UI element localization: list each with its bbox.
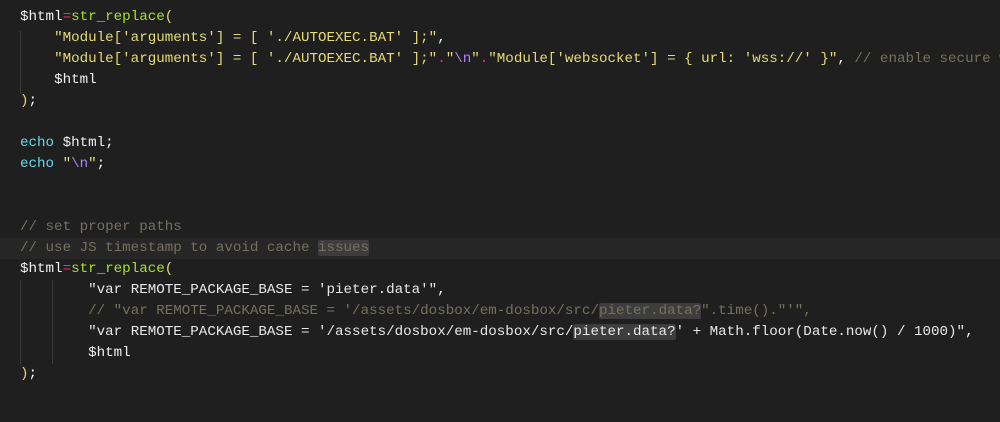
keyword-token: echo bbox=[20, 135, 55, 151]
search-match-highlight: issues bbox=[318, 240, 370, 256]
string-token: "Module['websocket'] = { url: 'wss://' }… bbox=[488, 51, 838, 67]
code-line-1[interactable]: $html=str_replace( bbox=[20, 7, 173, 28]
code-line-11[interactable]: // set proper paths bbox=[20, 217, 182, 238]
code-line-14[interactable]: "var REMOTE_PACKAGE_BASE = 'pieter.data'… bbox=[20, 280, 446, 301]
punct-token: ; bbox=[28, 93, 38, 109]
variable-token: $html bbox=[20, 261, 63, 277]
string-token: "var REMOTE_PACKAGE_BASE = '/assets/dosb… bbox=[88, 324, 574, 340]
search-match-highlight: pieter.data? bbox=[573, 324, 676, 340]
function-token: str_replace bbox=[71, 9, 165, 25]
comment-token: // enable secure w bbox=[854, 51, 1000, 67]
code-line-8[interactable]: echo "\n"; bbox=[20, 154, 105, 175]
search-match-highlight: pieter.data? bbox=[598, 303, 702, 319]
paren-token: ( bbox=[164, 261, 174, 277]
punct-token: , bbox=[437, 30, 446, 46]
code-line-5[interactable]: ); bbox=[20, 91, 37, 112]
code-line-18[interactable]: ); bbox=[20, 364, 37, 385]
punct-token: ; bbox=[105, 135, 114, 151]
string-token: "Module['arguments'] = [ './AUTOEXEC.BAT… bbox=[54, 51, 438, 67]
comment-token: // use JS timestamp to avoid cache bbox=[20, 240, 318, 256]
punct-token: , bbox=[437, 282, 446, 298]
comment-token: // "var REMOTE_PACKAGE_BASE = '/assets/d… bbox=[88, 303, 599, 319]
code-line-7[interactable]: echo $html; bbox=[20, 133, 114, 154]
code-line-3[interactable]: "Module['arguments'] = [ './AUTOEXEC.BAT… bbox=[20, 49, 1000, 70]
string-token: " bbox=[445, 51, 455, 67]
concat-operator-token: . bbox=[437, 51, 446, 67]
function-token: str_replace bbox=[71, 261, 165, 277]
comment-token: ".time()."'", bbox=[701, 303, 812, 319]
string-token: ' + Math.floor(Date.now() / 1000)" bbox=[675, 324, 966, 340]
paren-token: ) bbox=[20, 93, 29, 109]
paren-token: ( bbox=[164, 9, 174, 25]
variable-token: $html bbox=[20, 9, 63, 25]
punct-token: ; bbox=[28, 366, 38, 382]
string-token: "Module['arguments'] = [ './AUTOEXEC.BAT… bbox=[54, 30, 438, 46]
comment-token: // set proper paths bbox=[20, 219, 182, 235]
escape-token: \n bbox=[71, 156, 89, 172]
keyword-token: echo bbox=[20, 156, 55, 172]
concat-operator-token: . bbox=[479, 51, 489, 67]
assign-operator-token: = bbox=[62, 261, 72, 277]
variable-token: $html bbox=[88, 345, 131, 361]
paren-token: ) bbox=[20, 366, 29, 382]
assign-operator-token: = bbox=[62, 9, 72, 25]
punct-token: ; bbox=[96, 156, 106, 172]
code-line-15[interactable]: // "var REMOTE_PACKAGE_BASE = '/assets/d… bbox=[20, 301, 812, 322]
string-token: " bbox=[88, 156, 97, 172]
code-line-12[interactable]: // use JS timestamp to avoid cache issue… bbox=[20, 238, 370, 259]
string-token: " bbox=[62, 156, 72, 172]
string-token: " bbox=[471, 51, 480, 67]
code-line-17[interactable]: $html bbox=[20, 343, 131, 364]
variable-token: $html bbox=[54, 72, 97, 88]
code-line-13[interactable]: $html=str_replace( bbox=[20, 259, 173, 280]
escape-token: \n bbox=[454, 51, 472, 67]
code-line-4[interactable]: $html bbox=[20, 70, 97, 91]
string-token: "var REMOTE_PACKAGE_BASE = 'pieter.data'… bbox=[88, 282, 438, 298]
code-editor[interactable]: $html=str_replace( "Module['arguments'] … bbox=[0, 0, 1000, 422]
variable-token: $html bbox=[62, 135, 106, 151]
punct-token: , bbox=[837, 51, 846, 67]
code-line-2[interactable]: "Module['arguments'] = [ './AUTOEXEC.BAT… bbox=[20, 28, 446, 49]
code-line-16[interactable]: "var REMOTE_PACKAGE_BASE = '/assets/dosb… bbox=[20, 322, 974, 343]
punct-token: , bbox=[965, 324, 974, 340]
